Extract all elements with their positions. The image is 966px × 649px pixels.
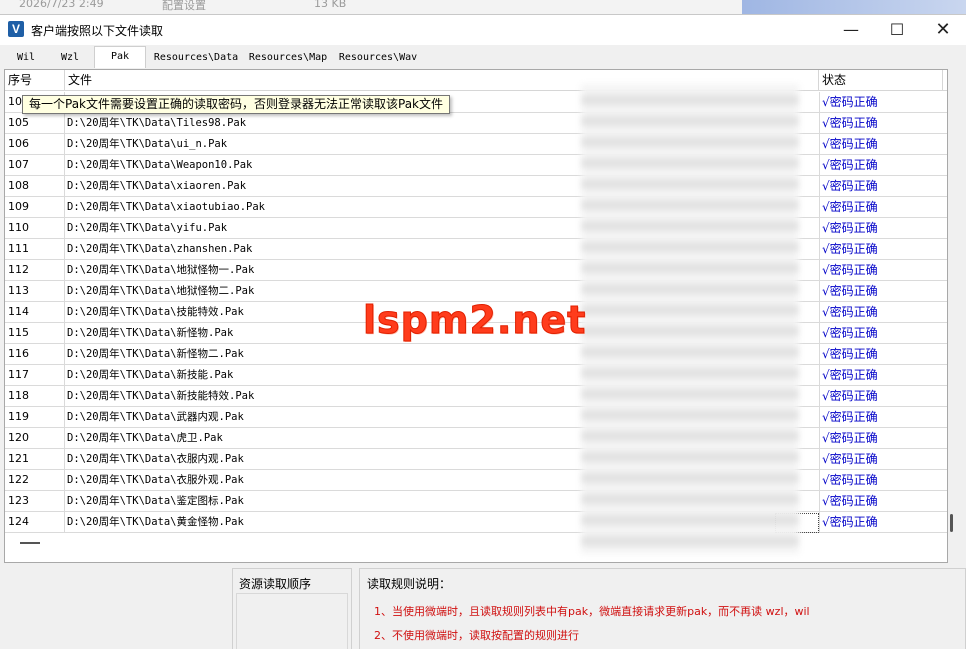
table-row[interactable]: 107 D:\20周年\TK\Data\Weapon10.Pak √密码正确 <box>5 155 947 176</box>
table-row[interactable]: 111 D:\20周年\TK\Data\zhanshen.Pak √密码正确 <box>5 239 947 260</box>
row-number: 105 <box>8 116 29 129</box>
row-status: √密码正确 <box>822 221 878 235</box>
tab-resources-wav[interactable]: Resources\Wav <box>334 48 422 68</box>
row-status: √密码正确 <box>822 515 878 529</box>
redacted-column <box>581 84 799 554</box>
resource-order-group: 资源读取顺序 <box>232 568 352 649</box>
row-number: 111 <box>8 242 29 255</box>
row-status: √密码正确 <box>822 494 878 508</box>
row-number: 124 <box>8 515 29 528</box>
background-desc: 配置设置 <box>162 0 206 12</box>
column-header-status[interactable]: 状态 <box>819 70 943 91</box>
row-status: √密码正确 <box>822 137 878 151</box>
row-status: √密码正确 <box>822 410 878 424</box>
bottom-panels: 资源读取顺序 读取规则说明： 1、当使用微端时，且读取规则列表中有pak，微端直… <box>0 568 966 649</box>
app-icon: V <box>8 21 24 37</box>
row-number: 120 <box>8 431 29 444</box>
resource-order-title: 资源读取顺序 <box>239 575 312 592</box>
row-number: 114 <box>8 305 29 318</box>
vertical-scrollbar[interactable] <box>945 76 957 546</box>
row-status: √密码正确 <box>822 368 878 382</box>
row-status: √密码正确 <box>822 326 878 340</box>
row-status: √密码正确 <box>822 347 878 361</box>
list-header: 序号 文件 状态 <box>5 70 947 91</box>
table-row[interactable]: 106 D:\20周年\TK\Data\ui_n.Pak √密码正确 <box>5 134 947 155</box>
table-row[interactable]: 117 D:\20周年\TK\Data\新技能.Pak √密码正确 <box>5 365 947 386</box>
row-status: √密码正确 <box>822 200 878 214</box>
row-status: √密码正确 <box>822 473 878 487</box>
row-status: √密码正确 <box>822 452 878 466</box>
row-status: √密码正确 <box>822 95 878 109</box>
row-number: 110 <box>8 221 29 234</box>
maximize-button[interactable]: ☐ <box>874 15 920 45</box>
background-desktop <box>742 0 966 14</box>
column-header-number[interactable]: 序号 <box>5 70 65 91</box>
background-size: 13 KB <box>314 0 347 10</box>
tab-resources-data[interactable]: Resources\Data <box>150 48 242 68</box>
tab-pak[interactable]: Pak <box>94 46 146 68</box>
row-number: 109 <box>8 200 29 213</box>
row-number: 119 <box>8 410 29 423</box>
row-number: 121 <box>8 452 29 465</box>
table-row[interactable]: 118 D:\20周年\TK\Data\新技能特效.Pak √密码正确 <box>5 386 947 407</box>
column-divider <box>64 92 65 533</box>
table-row[interactable]: 120 D:\20周年\TK\Data\虎卫.Pak √密码正确 <box>5 428 947 449</box>
row-number: 112 <box>8 263 29 276</box>
row-number: 123 <box>8 494 29 507</box>
table-row[interactable]: 108 D:\20周年\TK\Data\xiaoren.Pak √密码正确 <box>5 176 947 197</box>
resource-order-list[interactable] <box>236 593 348 649</box>
table-row[interactable]: 109 D:\20周年\TK\Data\xiaotubiao.Pak √密码正确 <box>5 197 947 218</box>
row-number: 116 <box>8 347 29 360</box>
row-status: √密码正确 <box>822 389 878 403</box>
table-row[interactable]: 123 D:\20周年\TK\Data\鉴定图标.Pak √密码正确 <box>5 491 947 512</box>
column-divider <box>819 92 820 533</box>
main-window: V 客户端按照以下文件读取 — ☐ ✕ Wil Wzl Pak Resource… <box>0 14 966 649</box>
table-row[interactable]: 119 D:\20周年\TK\Data\武器内观.Pak √密码正确 <box>5 407 947 428</box>
row-status: √密码正确 <box>822 116 878 130</box>
horizontal-scrollbar[interactable] <box>20 542 40 544</box>
watermark: lspm2.net <box>362 298 587 343</box>
title-bar[interactable]: V 客户端按照以下文件读取 — ☐ ✕ <box>0 15 966 45</box>
close-button[interactable]: ✕ <box>920 15 966 45</box>
table-row[interactable]: 112 D:\20周年\TK\Data\地狱怪物一.Pak √密码正确 <box>5 260 947 281</box>
row-number: 117 <box>8 368 29 381</box>
row-number: 118 <box>8 389 29 402</box>
row-number: 108 <box>8 179 29 192</box>
background-datetime: 2026/7/23 2:49 <box>19 0 104 10</box>
table-row[interactable]: 122 D:\20周年\TK\Data\衣服外观.Pak √密码正确 <box>5 470 947 491</box>
row-status: √密码正确 <box>822 284 878 298</box>
tab-wzl[interactable]: Wzl <box>48 48 92 68</box>
rule-line-2: 2、不使用微端时，读取按配置的规则进行 <box>374 629 579 642</box>
table-row[interactable]: 116 D:\20周年\TK\Data\新怪物二.Pak √密码正确 <box>5 344 947 365</box>
table-row[interactable]: 110 D:\20周年\TK\Data\yifu.Pak √密码正确 <box>5 218 947 239</box>
tab-wil[interactable]: Wil <box>4 48 48 68</box>
row-number: 122 <box>8 473 29 486</box>
row-status: √密码正确 <box>822 263 878 277</box>
row-number: 115 <box>8 326 29 339</box>
window-title: 客户端按照以下文件读取 <box>31 24 164 38</box>
row-status: √密码正确 <box>822 158 878 172</box>
read-rules-group: 读取规则说明： 1、当使用微端时，且读取规则列表中有pak，微端直接请求更新pa… <box>359 568 966 649</box>
read-rules-title: 读取规则说明： <box>367 575 452 592</box>
minimize-button[interactable]: — <box>828 15 874 45</box>
row-number: 106 <box>8 137 29 150</box>
row-status: √密码正确 <box>822 179 878 193</box>
rule-line-1: 1、当使用微端时，且读取规则列表中有pak，微端直接请求更新pak，而不再读 w… <box>374 605 810 618</box>
tab-resources-map[interactable]: Resources\Map <box>244 48 332 68</box>
pak-password-tooltip: 每一个Pak文件需要设置正确的读取密码，否则登录器无法正常读取该Pak文件 <box>22 95 451 114</box>
row-status: √密码正确 <box>822 305 878 319</box>
row-status: √密码正确 <box>822 242 878 256</box>
scrollbar-thumb[interactable] <box>950 514 953 532</box>
table-row[interactable]: 105 D:\20周年\TK\Data\Tiles98.Pak √密码正确 <box>5 113 947 134</box>
row-number: 113 <box>8 284 29 297</box>
row-number: 107 <box>8 158 29 171</box>
table-row[interactable]: 121 D:\20周年\TK\Data\衣服内观.Pak √密码正确 <box>5 449 947 470</box>
row-status: √密码正确 <box>822 431 878 445</box>
